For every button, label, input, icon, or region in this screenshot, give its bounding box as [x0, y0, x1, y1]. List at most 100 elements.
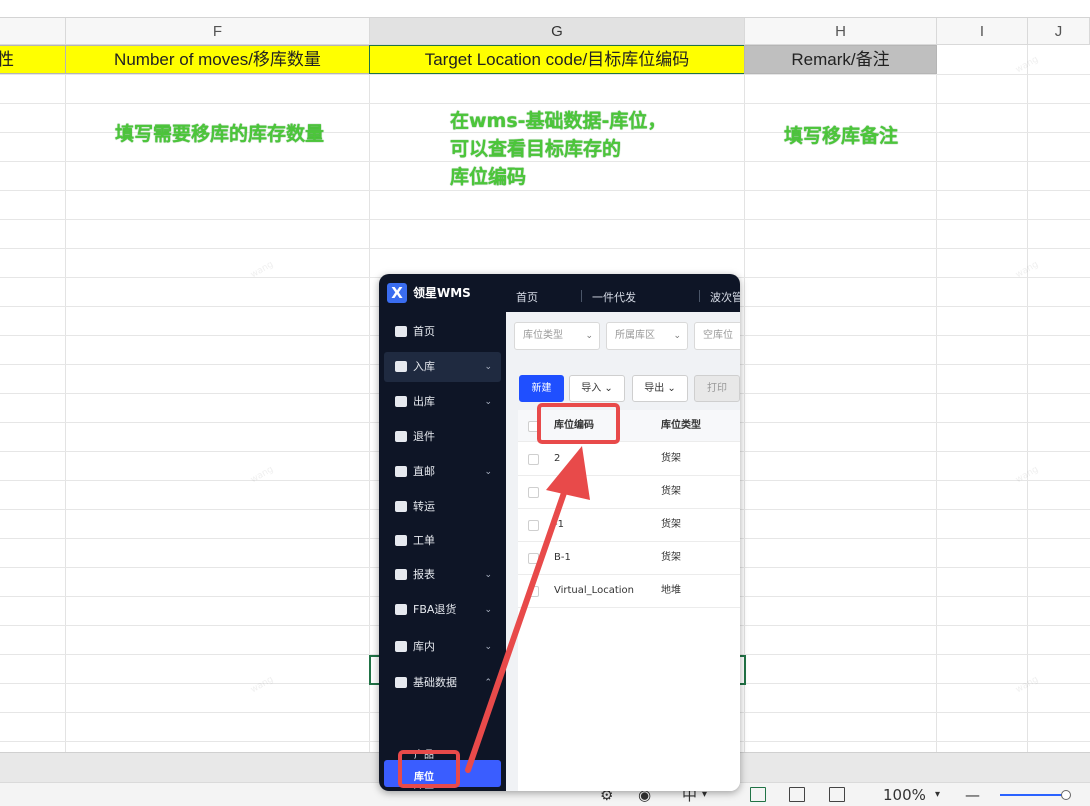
cell-location-type: 货架	[661, 486, 681, 497]
filter-zone[interactable]: 所属库区 ⌄	[606, 322, 688, 350]
chevron-down-icon: ⌄	[673, 331, 681, 341]
inbound-icon	[395, 361, 407, 372]
wms-nav-home[interactable]: 首页	[516, 289, 538, 305]
column-header-g[interactable]: G	[370, 18, 745, 45]
sidebar-item-4[interactable]: 退件	[384, 422, 501, 452]
gridline	[936, 45, 937, 752]
chevron-down-icon: ⌄	[484, 642, 492, 652]
cell-location-type: 货架	[661, 519, 681, 530]
column-header-e[interactable]	[0, 18, 66, 45]
chevron-down-icon: ⌄	[604, 383, 613, 394]
cell-e-header[interactable]: 性	[0, 45, 66, 74]
import-label: 导入	[581, 383, 602, 394]
sidebar-item-label: 工单	[413, 534, 435, 547]
transfer-icon	[395, 501, 407, 512]
sidebar-item-2[interactable]: 入库 ⌄	[384, 352, 501, 382]
wms-topbar: X 领星WMS 首页 一件代发 波次管	[379, 274, 740, 312]
table-row[interactable]: 货架	[518, 476, 740, 509]
export-button[interactable]: 导出 ⌄	[632, 375, 688, 402]
row-checkbox[interactable]	[528, 553, 539, 564]
new-button[interactable]: 新建	[519, 375, 564, 402]
note-g-line-1: 在wms-基础数据-库位，	[450, 110, 667, 132]
print-button[interactable]: 打印	[694, 375, 740, 402]
sidebar-item-3[interactable]: 出库 ⌄	[384, 387, 501, 417]
column-header-f[interactable]: F	[66, 18, 370, 45]
chevron-down-icon: ⌄	[484, 570, 492, 580]
sidebar-item-label: FBA退货	[413, 603, 457, 616]
row-checkbox[interactable]	[528, 520, 539, 531]
table-row[interactable]: B-1 货架	[518, 542, 740, 575]
sidebar-item-label: 首页	[413, 325, 435, 338]
filter-label: 库位类型	[523, 330, 563, 341]
gridline	[744, 45, 745, 752]
toolbar-strip	[0, 0, 1090, 18]
sidebar-item-9[interactable]: FBA退货 ⌄	[384, 595, 501, 625]
sidebar-item-label: 库内	[413, 640, 435, 653]
wms-nav-dropship[interactable]: 一件代发	[592, 289, 636, 305]
gridline	[369, 45, 370, 752]
sidebar-item-7[interactable]: 工单	[384, 526, 501, 556]
row-checkbox[interactable]	[528, 586, 539, 597]
import-button[interactable]: 导入 ⌄	[569, 375, 625, 402]
column-header-h[interactable]: H	[745, 18, 937, 45]
cell-location-code: Virtual_Location	[554, 585, 634, 596]
watermark: wang	[249, 464, 276, 486]
report-icon	[395, 569, 407, 580]
header-location-type[interactable]: 库位类型	[661, 410, 701, 442]
note-g-line-2: 可以查看目标库存的	[450, 138, 622, 160]
return-icon	[395, 431, 407, 442]
sidebar-item-6[interactable]: 转运	[384, 492, 501, 522]
fba-return-icon	[395, 604, 407, 615]
export-label: 导出	[644, 383, 665, 394]
cell-location-code: 2	[554, 453, 561, 464]
zoom-out-icon[interactable]: —	[965, 783, 980, 806]
cell-location-type: 地堆	[661, 585, 681, 596]
cell-location-code: B-1	[554, 552, 571, 563]
chevron-down-icon: ⌄	[585, 331, 593, 341]
table-row[interactable]: 2 货架	[518, 443, 740, 476]
sidebar-item-label: 直邮	[413, 465, 435, 478]
wms-brand: 领星WMS	[413, 286, 471, 300]
page-break-view-icon[interactable]	[829, 787, 845, 802]
sidebar-item-1[interactable]: 首页	[384, 317, 501, 347]
zoom-level[interactable]: 100%	[883, 783, 926, 806]
cell-h-header[interactable]: Remark/备注	[744, 45, 937, 74]
sidebar-item-5[interactable]: 直邮 ⌄	[384, 457, 501, 487]
zoom-dropdown-icon[interactable]: ▾	[935, 783, 940, 806]
location-table: 库位编码 库位类型 2 货架 货架 -1 货架 B-1 货架 Virtual_Location…	[518, 410, 740, 791]
row-checkbox[interactable]	[528, 487, 539, 498]
cell-location-type: 货架	[661, 552, 681, 563]
cell-f-header[interactable]: Number of moves/移库数量	[65, 45, 370, 74]
wms-sidebar: 首页入库⌄出库⌄退件直邮⌄转运工单报表⌄FBA退货⌄库内⌄基础数据⌃ 产品 库区…	[379, 312, 506, 791]
chevron-down-icon: ⌄	[484, 467, 492, 477]
chevron-down-icon: ⌄	[484, 397, 492, 407]
row-gridline	[0, 248, 1090, 249]
spreadsheet-window: F G H I J 性 Number of moves/移库数量 Target …	[0, 0, 1090, 806]
page-layout-view-icon[interactable]	[789, 787, 805, 802]
filter-empty-location[interactable]: 空库位	[694, 322, 740, 350]
row-checkbox[interactable]	[528, 454, 539, 465]
row-gridline	[0, 219, 1090, 220]
normal-view-icon[interactable]	[750, 787, 766, 802]
column-header-j[interactable]: J	[1028, 18, 1090, 45]
sidebar-item-8[interactable]: 报表 ⌄	[384, 560, 501, 590]
wms-nav-wave[interactable]: 波次管	[710, 289, 740, 305]
nav-divider	[699, 290, 700, 302]
gridline	[65, 45, 66, 752]
highlight-box-location-menu	[398, 750, 460, 788]
table-row[interactable]: -1 货架	[518, 509, 740, 542]
sidebar-item-10[interactable]: 库内 ⌄	[384, 632, 501, 662]
filter-location-type[interactable]: 库位类型 ⌄	[514, 322, 600, 350]
wms-main-panel: 库位类型 ⌄ 所属库区 ⌄ 空库位 新建 导入 ⌄ 导出 ⌄ 打印 库位编码 库位类…	[506, 312, 740, 791]
zoom-slider-thumb[interactable]	[1061, 790, 1071, 800]
cell-g-header[interactable]: Target Location code/目标库位编码	[369, 45, 745, 74]
zoom-slider-track[interactable]	[1000, 794, 1066, 796]
table-row[interactable]: Virtual_Location 地堆	[518, 575, 740, 608]
cell-location-code: -1	[554, 519, 564, 530]
sidebar-item-label: 转运	[413, 500, 435, 513]
row-gridline	[0, 74, 1090, 75]
column-header-i[interactable]: I	[937, 18, 1028, 45]
gridline	[1027, 45, 1028, 752]
base-data-icon	[395, 677, 407, 688]
sidebar-item-11[interactable]: 基础数据 ⌃	[384, 668, 501, 698]
